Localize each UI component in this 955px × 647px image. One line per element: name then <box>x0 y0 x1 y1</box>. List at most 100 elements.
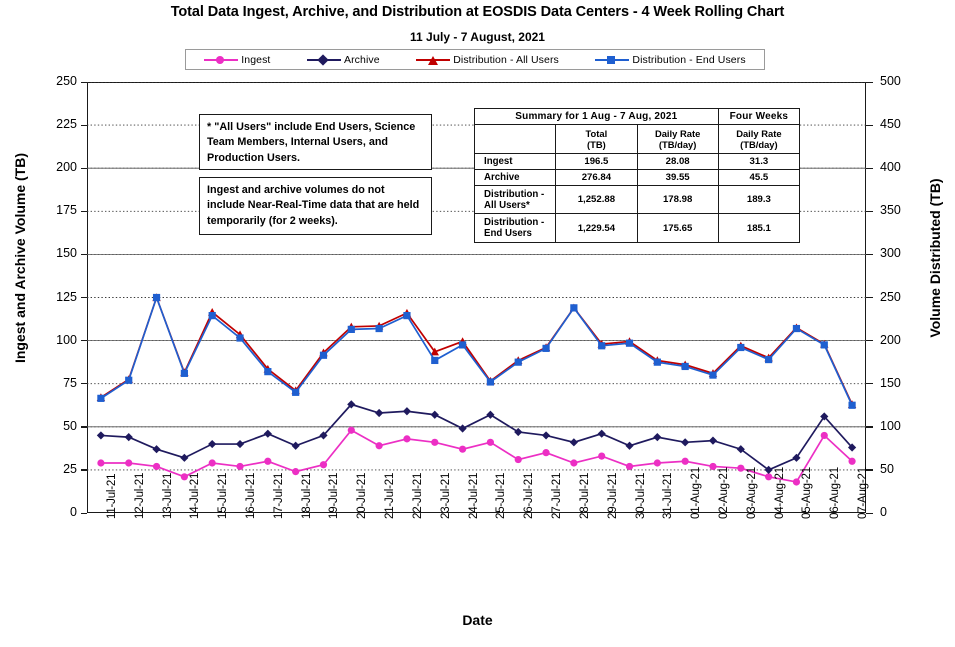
legend-label: Distribution - All Users <box>453 53 559 66</box>
x-axis-tick-label: 02-Aug-21 <box>717 467 730 519</box>
y-axis-left-tick-label: 175 <box>56 203 77 218</box>
x-axis-tick-label: 11-Jul-21 <box>105 473 118 519</box>
summary-column-header: Daily Rate (TB/day) <box>636 124 719 154</box>
summary-column-header: Daily Rate (TB/day) <box>717 124 801 154</box>
chart-container: Total Data Ingest, Archive, and Distribu… <box>0 0 955 647</box>
y-axis-left-tick <box>81 167 87 169</box>
y-axis-right-tick-label: 300 <box>880 246 901 261</box>
x-axis-tick-label: 19-Jul-21 <box>328 472 341 519</box>
legend-item-distribution-end-users[interactable]: Distribution - End Users <box>595 54 746 66</box>
summary-blank-cell <box>473 124 557 154</box>
x-axis-tick-label: 24-Jul-21 <box>467 472 480 519</box>
y-axis-left-tick <box>81 512 87 514</box>
y-axis-left-tick <box>81 426 87 428</box>
x-axis-tick-label: 29-Jul-21 <box>606 472 619 519</box>
summary-cell-total: 276.84 <box>555 168 638 186</box>
y-axis-right-tick-label: 200 <box>880 332 901 347</box>
summary-row-label: Archive <box>473 168 557 186</box>
summary-cell-daily-rate: 28.08 <box>636 152 719 170</box>
y-axis-left-tick-label: 75 <box>63 375 77 390</box>
x-axis-tick-label: 16-Jul-21 <box>245 472 258 519</box>
x-axis-tick-label: 20-Jul-21 <box>356 472 369 519</box>
x-axis-tick-label: 12-Jul-21 <box>133 472 146 519</box>
y-axis-left-tick-label: 225 <box>56 117 77 132</box>
legend-item-archive[interactable]: Archive <box>306 53 380 66</box>
summary-cell-total: 1,252.88 <box>555 184 638 215</box>
y-axis-left-tick-label: 125 <box>56 289 77 304</box>
y-axis-right-tick-label: 450 <box>880 117 901 132</box>
y-axis-right-tick <box>866 81 873 83</box>
x-axis-tick-label: 17-Jul-21 <box>272 472 285 519</box>
x-axis-tick-label: 31-Jul-21 <box>662 472 675 519</box>
summary-row: Ingest 196.5 28.08 31.3 <box>473 152 801 170</box>
y-axis-right-tick-label: 500 <box>880 74 901 88</box>
summary-column-header: Total (TB) <box>555 124 638 154</box>
legend-item-distribution-all-users[interactable]: Distribution - All Users <box>416 54 559 66</box>
y-axis-right-tick-label: 400 <box>880 160 901 175</box>
summary-cell-total: 196.5 <box>555 152 638 170</box>
x-axis-tick-label: 15-Jul-21 <box>217 472 230 519</box>
summary-cell-four-week-daily-rate: 45.5 <box>717 168 801 186</box>
y-axis-right-tick-label: 250 <box>880 289 901 304</box>
circle-marker-icon <box>204 55 239 65</box>
summary-row-label: Ingest <box>473 152 557 170</box>
x-axis-tick-label: 05-Aug-21 <box>801 467 814 519</box>
y-axis-left-tick <box>81 81 87 83</box>
summary-row: Archive 276.84 39.55 45.5 <box>473 168 801 186</box>
y-axis-right-tick-label: 50 <box>880 461 894 476</box>
y-axis-left-tick <box>81 340 87 342</box>
x-axis-tick-label: 01-Aug-21 <box>690 467 703 519</box>
summary-cell-four-week-daily-rate: 189.3 <box>717 184 801 215</box>
y-axis-left-tick <box>81 383 87 385</box>
y-axis-right-tick <box>866 383 873 385</box>
summary-cell-total: 1,229.54 <box>555 213 638 243</box>
y-axis-left-tick-label: 100 <box>56 332 77 347</box>
summary-row-label: Distribution - End Users <box>473 213 557 243</box>
x-axis-tick-label: 25-Jul-21 <box>495 472 508 519</box>
summary-title: Summary for 1 Aug - 7 Aug, 2021 <box>474 108 719 125</box>
x-axis-tick-label: 07-Aug-21 <box>857 467 870 519</box>
x-axis-tick-label: 26-Jul-21 <box>523 472 536 519</box>
x-axis-tick-label: 06-Aug-21 <box>829 467 842 519</box>
summary-row-label: Distribution - All Users* <box>473 184 557 215</box>
x-axis-tick-label: 27-Jul-21 <box>551 472 564 519</box>
x-axis-tick-label: 04-Aug-21 <box>773 467 786 519</box>
diamond-marker-icon <box>306 53 341 66</box>
x-axis-tick-label: 28-Jul-21 <box>578 472 591 519</box>
square-marker-icon <box>595 55 630 65</box>
y-axis-right-tick <box>866 253 873 256</box>
x-axis-tick-label: 30-Jul-21 <box>634 472 647 519</box>
note-near-real-time: Ingest and archive volumes do not includ… <box>199 177 432 235</box>
y-axis-right-tick-label: 100 <box>880 418 901 433</box>
y-axis-right-tick-label: 350 <box>880 203 901 218</box>
chart-legend: Ingest Archive Distribution - All Users Dis… <box>185 49 765 70</box>
x-axis-tick-label: 22-Jul-21 <box>411 472 424 519</box>
summary-four-weeks-header: Four Weeks <box>717 108 801 125</box>
chart-subtitle: 11 July - 7 August, 2021 <box>410 30 545 44</box>
y-axis-left-tick <box>81 253 87 256</box>
legend-label: Ingest <box>241 53 271 66</box>
y-axis-left-tick-label: 25 <box>63 461 77 476</box>
y-axis-right-tick <box>866 426 873 428</box>
y-axis-left-tick-label: 200 <box>56 160 77 175</box>
legend-item-ingest[interactable]: Ingest <box>204 54 270 66</box>
summary-cell-daily-rate: 178.98 <box>636 184 719 215</box>
y-axis-left-tick-label: 250 <box>56 74 77 88</box>
summary-cell-daily-rate: 39.55 <box>636 168 719 186</box>
triangle-marker-icon <box>416 55 451 65</box>
summary-column-header-row: Total (TB) Daily Rate (TB/day) Daily Rate (TB… <box>473 124 801 154</box>
y-axis-right-tick <box>866 167 873 169</box>
y-axis-right-tick-label: 150 <box>880 375 901 390</box>
y-axis-left-tick-label: 0 <box>70 505 77 519</box>
summary-cell-four-week-daily-rate: 185.1 <box>717 213 801 243</box>
y-axis-right-tick <box>866 210 873 213</box>
y-axis-left-tick <box>81 297 87 299</box>
y-axis-left-tick-label: 50 <box>63 418 77 433</box>
x-axis-tick-label: 23-Jul-21 <box>439 472 452 519</box>
summary-row: Distribution - All Users* 1,252.88 178.98 1… <box>473 184 801 215</box>
y-axis-left-tick-label: 150 <box>56 246 77 261</box>
x-axis-title: Date <box>462 612 493 628</box>
x-axis-tick-label: 13-Jul-21 <box>161 472 174 519</box>
chart-title: Total Data Ingest, Archive, and Distribu… <box>170 4 785 20</box>
summary-cell-four-week-daily-rate: 31.3 <box>717 152 801 170</box>
